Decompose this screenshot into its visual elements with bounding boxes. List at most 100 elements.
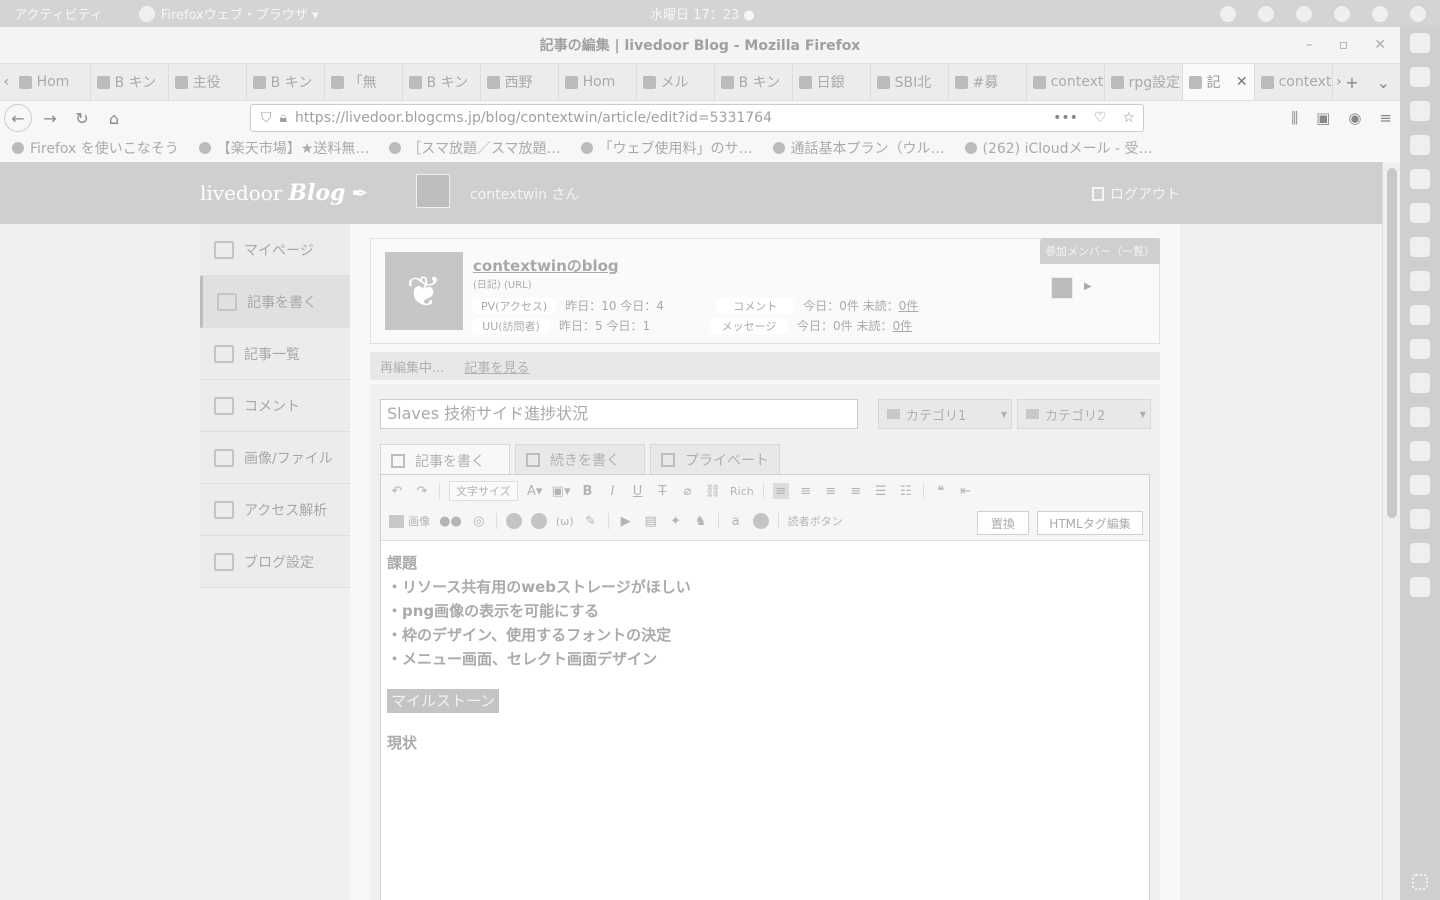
sidebar-item[interactable]: 画像/ファイル: [200, 432, 350, 484]
browser-tab[interactable]: B キン: [403, 64, 481, 100]
replace-button[interactable]: 置換: [977, 511, 1029, 535]
page-scrollbar[interactable]: [1382, 162, 1400, 900]
browser-tab[interactable]: 「無: [325, 64, 403, 100]
bird-icon[interactable]: [1410, 237, 1430, 257]
app-grid-icon[interactable]: [1412, 874, 1428, 890]
flickr-icon[interactable]: ●●: [439, 513, 462, 529]
member-avatar[interactable]: [1051, 277, 1073, 299]
member-list-tab[interactable]: 参加メンバー（一覧）: [1040, 238, 1160, 264]
system-tray[interactable]: [1220, 5, 1426, 22]
window-titlebar[interactable]: 記事の編集 | livedoor Blog - Mozilla Firefox …: [0, 27, 1400, 64]
minimize-button[interactable]: –: [1306, 37, 1313, 53]
sidebar-icon[interactable]: ▣: [1316, 109, 1330, 127]
quote-icon[interactable]: ❝: [933, 483, 949, 499]
list-tabs-button[interactable]: ⌄: [1377, 73, 1390, 92]
bookmark-item[interactable]: 【楽天市場】★送料無…: [198, 138, 369, 158]
undo-icon[interactable]: ↶: [389, 483, 405, 499]
browser-tab[interactable]: 日銀: [793, 64, 871, 100]
power-icon[interactable]: [1410, 5, 1426, 22]
view-article-link[interactable]: 記事を見る: [464, 357, 529, 376]
device-icon[interactable]: [1410, 135, 1430, 155]
category2-select[interactable]: カテゴリ2 ▼: [1017, 399, 1151, 429]
kaomoji-icon[interactable]: (ω): [556, 513, 574, 529]
logout-button[interactable]: ログアウト: [1092, 184, 1180, 204]
link-icon[interactable]: ⛓: [704, 483, 721, 499]
url-bar[interactable]: ⛉ 🔒︎ https://livedoor.blogcms.jp/blog/co…: [250, 104, 1144, 132]
font-size-select[interactable]: 文字サイズ: [449, 481, 518, 501]
browser-tab[interactable]: contextv: [1027, 64, 1105, 100]
close-tab-icon[interactable]: ✕: [1236, 74, 1248, 90]
bookmark-item[interactable]: Firefox を使いこなそう: [12, 138, 179, 158]
menu-icon[interactable]: ≡: [1379, 109, 1392, 127]
accessibility-icon[interactable]: [1220, 5, 1236, 22]
message-unread-link[interactable]: 0件: [892, 317, 912, 334]
sidebar-item[interactable]: アクセス解析: [200, 484, 350, 536]
category1-select[interactable]: カテゴリ1 ▼: [878, 399, 1012, 429]
reload-button[interactable]: ↻: [68, 104, 96, 132]
shield-icon[interactable]: [1258, 5, 1274, 22]
instagram-icon[interactable]: ◎: [471, 513, 487, 529]
browser-tab[interactable]: rpg設定: [1105, 64, 1183, 100]
image-insert-button[interactable]: 画像: [389, 513, 430, 529]
sidebar-item[interactable]: ブログ設定: [200, 536, 350, 588]
bookmark-item[interactable]: 「ウェブ使用料」のサ…: [580, 138, 753, 158]
indent-icon[interactable]: ⇤: [958, 483, 974, 499]
bookmark-item[interactable]: (262) iCloudメール - 受…: [964, 138, 1152, 158]
user-name[interactable]: contextwin さん: [470, 184, 579, 204]
instagram-icon[interactable]: [1410, 441, 1430, 461]
browser-tab[interactable]: Hom: [13, 64, 91, 100]
close-button[interactable]: ✕: [1374, 37, 1386, 53]
background-color-icon[interactable]: ▣▾: [552, 483, 571, 499]
notes-icon[interactable]: [1410, 101, 1430, 121]
refresh-icon[interactable]: [1410, 577, 1430, 597]
lock-icon[interactable]: 🔒︎: [280, 110, 287, 126]
new-tab-button[interactable]: +: [1345, 73, 1358, 92]
sidebar-item[interactable]: 記事一覧: [200, 328, 350, 380]
redo-icon[interactable]: ↷: [414, 483, 430, 499]
browser-tab[interactable]: #募: [949, 64, 1027, 100]
browser-tab[interactable]: 主役: [169, 64, 247, 100]
reader-button[interactable]: 読者ボタン: [788, 513, 843, 529]
sidebar-item[interactable]: マイページ: [200, 224, 350, 276]
search-icon[interactable]: [1410, 543, 1430, 563]
tab-scroll-right-icon[interactable]: ›: [1333, 74, 1346, 90]
blog-thumbnail[interactable]: ❦: [385, 252, 463, 330]
browser-tab[interactable]: メル: [637, 64, 715, 100]
network-icon[interactable]: [1334, 5, 1350, 22]
rakuten-icon[interactable]: [752, 513, 769, 529]
bullet-list-icon[interactable]: ☰: [873, 483, 889, 499]
font-icon[interactable]: [1410, 271, 1430, 291]
align-right-icon[interactable]: ≡: [823, 483, 839, 499]
strikethrough-icon[interactable]: T: [654, 483, 670, 499]
library-icon[interactable]: ⫼: [1291, 109, 1298, 127]
forward-button[interactable]: →: [36, 104, 64, 132]
firefox-icon[interactable]: [1410, 33, 1430, 53]
text-color-icon[interactable]: A▾: [527, 483, 543, 499]
blog-subtitle[interactable]: (日記) (URL): [473, 276, 532, 291]
underline-icon[interactable]: U: [629, 483, 645, 499]
sidebar-item[interactable]: コメント: [200, 380, 350, 432]
maximize-button[interactable]: ▫: [1339, 37, 1349, 53]
notepad-icon[interactable]: [1410, 305, 1430, 325]
align-justify-icon[interactable]: ≡: [848, 483, 864, 499]
avatar[interactable]: [416, 174, 450, 208]
browser-tab[interactable]: B キン: [247, 64, 325, 100]
comment-unread-link[interactable]: 0件: [899, 297, 919, 314]
bookmark-star-icon[interactable]: ☆: [1122, 110, 1135, 126]
livedoor-blog-logo[interactable]: livedoor Blog ✒: [200, 180, 368, 206]
scrollbar-thumb[interactable]: [1387, 168, 1397, 518]
tab-private[interactable]: プライベート: [650, 444, 780, 474]
pocket-icon[interactable]: ♡: [1094, 110, 1107, 126]
amazon-icon[interactable]: [1410, 339, 1430, 359]
account-icon[interactable]: ◉: [1348, 109, 1361, 127]
align-left-icon[interactable]: ≡: [772, 483, 789, 499]
sticker-icon[interactable]: [530, 513, 547, 529]
firefox-dev-icon[interactable]: [1410, 169, 1430, 189]
tab-write-article[interactable]: 記事を書く: [380, 444, 510, 476]
blog-name-link[interactable]: contextwinのblog: [473, 255, 619, 276]
clock[interactable]: 水曜日 17：23 ●: [650, 4, 755, 23]
browser-tab[interactable]: SBI北: [871, 64, 949, 100]
editor-content[interactable]: 課題 ・リソース共有用のwebストレージがほしい ・png画像の表示を可能にする…: [381, 541, 1149, 765]
browser-tab[interactable]: B キン: [715, 64, 793, 100]
browser-tab[interactable]: B キン: [91, 64, 169, 100]
